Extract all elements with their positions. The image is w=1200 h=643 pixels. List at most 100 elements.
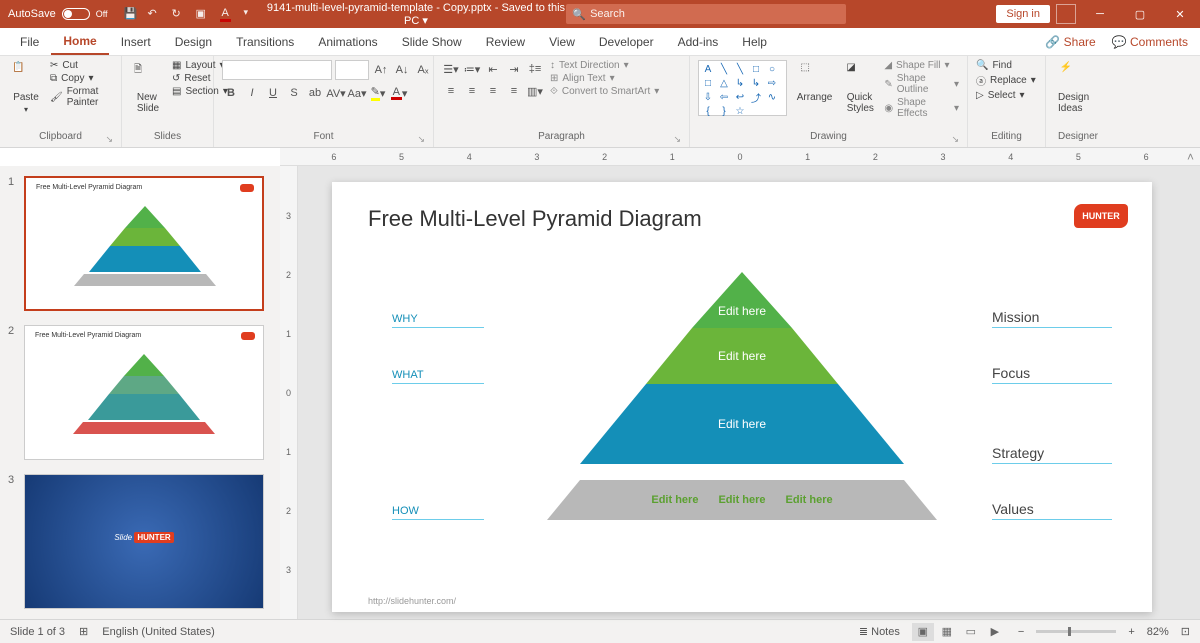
format-painter-button[interactable]: 🖌Format Painter [50,86,113,108]
align-left-button[interactable]: ≡ [442,82,460,100]
pyramid-diagram[interactable]: WHY Edit here Mission WHAT Edit here Foc… [392,272,1112,520]
search-box[interactable]: 🔍 Search [566,4,846,24]
autosave-toggle[interactable]: AutoSave Off [0,8,116,20]
slide-footer[interactable]: http://slidehunter.com/ [368,596,456,606]
bold-button[interactable]: B [222,84,240,102]
paste-button[interactable]: 📋 Paste▾ [8,60,44,116]
align-center-button[interactable]: ≡ [463,82,481,100]
accessibility-icon[interactable]: ⊞ [79,625,88,638]
answer-label-mission[interactable]: Mission [992,309,1112,328]
redo-icon[interactable]: ↻ [172,7,186,21]
slide-canvas[interactable]: Free Multi-Level Pyramid Diagram HUNTER … [332,182,1152,612]
font-color-button[interactable]: A▾ [390,84,408,102]
tab-insert[interactable]: Insert [109,28,163,55]
pyramid-level-4-text-2[interactable]: Edit here [718,494,765,506]
pyramid-level-4-text-1[interactable]: Edit here [651,494,698,506]
thumbnail-panel[interactable]: 1 Free Multi-Level Pyramid Diagram 2 Fre… [0,166,280,619]
bullets-button[interactable]: ☰▾ [442,60,460,78]
tab-addins[interactable]: Add-ins [666,28,731,55]
slide-counter[interactable]: Slide 1 of 3 [10,626,65,638]
align-text-button[interactable]: ⊞ Align Text ▾ [550,73,659,84]
answer-label-focus[interactable]: Focus [992,365,1112,384]
question-label-why[interactable]: WHY [392,313,484,328]
sorter-view-icon[interactable]: ▦ [936,623,958,641]
pyramid-level-1-text[interactable]: Edit here [712,304,772,318]
zoom-out-button[interactable]: − [1018,626,1024,638]
question-label-what[interactable]: WHAT [392,369,484,384]
reading-view-icon[interactable]: ▭ [960,623,982,641]
language-status[interactable]: English (United States) [102,626,215,638]
shapes-gallery[interactable]: A╲╲□○□ △↳↳⇨⇩⇦ ↩⤴∿{}☆ [698,60,787,116]
toggle-switch[interactable] [62,8,90,20]
normal-view-icon[interactable]: ▣ [912,623,934,641]
ribbon-display-icon[interactable] [1056,4,1076,24]
char-spacing-button[interactable]: AV▾ [327,84,345,102]
tab-review[interactable]: Review [474,28,537,55]
change-case-button[interactable]: Aa▾ [348,84,366,102]
highlight-button[interactable]: ✎▾ [369,84,387,102]
italic-button[interactable]: I [243,84,261,102]
new-slide-button[interactable]: 🗎 New Slide [130,60,166,116]
undo-icon[interactable]: ↶ [148,7,162,21]
quick-styles-button[interactable]: ◪Quick Styles [842,60,878,116]
align-right-button[interactable]: ≡ [484,82,502,100]
dialog-launcher-icon[interactable]: ↘ [105,134,113,145]
find-button[interactable]: 🔍 Find [976,60,1036,71]
strike-button[interactable]: S [285,84,303,102]
slide-title[interactable]: Free Multi-Level Pyramid Diagram [368,206,702,232]
answer-label-strategy[interactable]: Strategy [992,445,1112,464]
cut-button[interactable]: ✂Cut [50,60,113,71]
shape-effects-button[interactable]: ◉ Shape Effects ▾ [884,97,959,119]
numbering-button[interactable]: ≔▾ [463,60,481,78]
save-icon[interactable]: 💾 [124,7,138,21]
font-name-input[interactable] [222,60,332,80]
font-color-icon[interactable]: A [220,7,234,21]
columns-button[interactable]: ▥▾ [526,82,544,100]
underline-button[interactable]: U [264,84,282,102]
tab-file[interactable]: File [8,28,51,55]
dialog-launcher-icon[interactable]: ↘ [673,134,681,145]
signin-button[interactable]: Sign in [996,5,1050,23]
pyramid-level-2-text[interactable]: Edit here [718,349,766,363]
increase-font-icon[interactable]: A↑ [372,61,390,79]
clear-format-icon[interactable]: Aₓ [414,61,432,79]
dialog-launcher-icon[interactable]: ↘ [417,134,425,145]
justify-button[interactable]: ≡ [505,82,523,100]
question-label-how[interactable]: HOW [392,505,484,520]
pyramid-level-3-text[interactable]: Edit here [718,417,766,431]
select-button[interactable]: ▷ Select ▾ [976,90,1036,101]
slide-thumbnail-2[interactable]: Free Multi-Level Pyramid Diagram [24,325,264,460]
notes-button[interactable]: ≣ Notes [859,625,900,638]
replace-button[interactable]: ⓐ Replace ▾ [976,73,1036,88]
comments-button[interactable]: 💬 Comments [1112,35,1188,49]
line-spacing-button[interactable]: ‡≡ [526,60,544,78]
zoom-slider[interactable] [1036,630,1116,633]
slideshow-view-icon[interactable]: ▶ [984,623,1006,641]
tab-developer[interactable]: Developer [587,28,666,55]
tab-animations[interactable]: Animations [306,28,389,55]
tab-view[interactable]: View [537,28,587,55]
slide-editor[interactable]: 3210123 Free Multi-Level Pyramid Diagram… [280,166,1200,619]
tab-slideshow[interactable]: Slide Show [390,28,474,55]
shape-fill-button[interactable]: ◢ Shape Fill ▾ [884,60,959,71]
shape-outline-button[interactable]: ✎ Shape Outline ▾ [884,73,959,95]
collapse-ribbon-icon[interactable]: ˄ [1187,150,1194,164]
zoom-level[interactable]: 82% [1147,626,1169,638]
shadow-button[interactable]: ab [306,84,324,102]
design-ideas-button[interactable]: ⚡Design Ideas [1054,60,1093,116]
answer-label-values[interactable]: Values [992,501,1112,520]
maximize-button[interactable]: ▢ [1120,0,1160,28]
present-icon[interactable]: ▣ [196,7,210,21]
tab-home[interactable]: Home [51,28,108,55]
pyramid-level-4-text-3[interactable]: Edit here [786,494,833,506]
smartart-button[interactable]: ⟐ Convert to SmartArt ▾ [550,86,659,97]
font-size-input[interactable] [335,60,369,80]
dialog-launcher-icon[interactable]: ↘ [951,134,959,145]
arrange-button[interactable]: ⬚Arrange [793,60,837,105]
tab-transitions[interactable]: Transitions [224,28,306,55]
tab-help[interactable]: Help [730,28,779,55]
decrease-font-icon[interactable]: A↓ [393,61,411,79]
minimize-button[interactable]: ─ [1080,0,1120,28]
zoom-in-button[interactable]: + [1128,626,1134,638]
slide-thumbnail-1[interactable]: Free Multi-Level Pyramid Diagram [24,176,264,311]
